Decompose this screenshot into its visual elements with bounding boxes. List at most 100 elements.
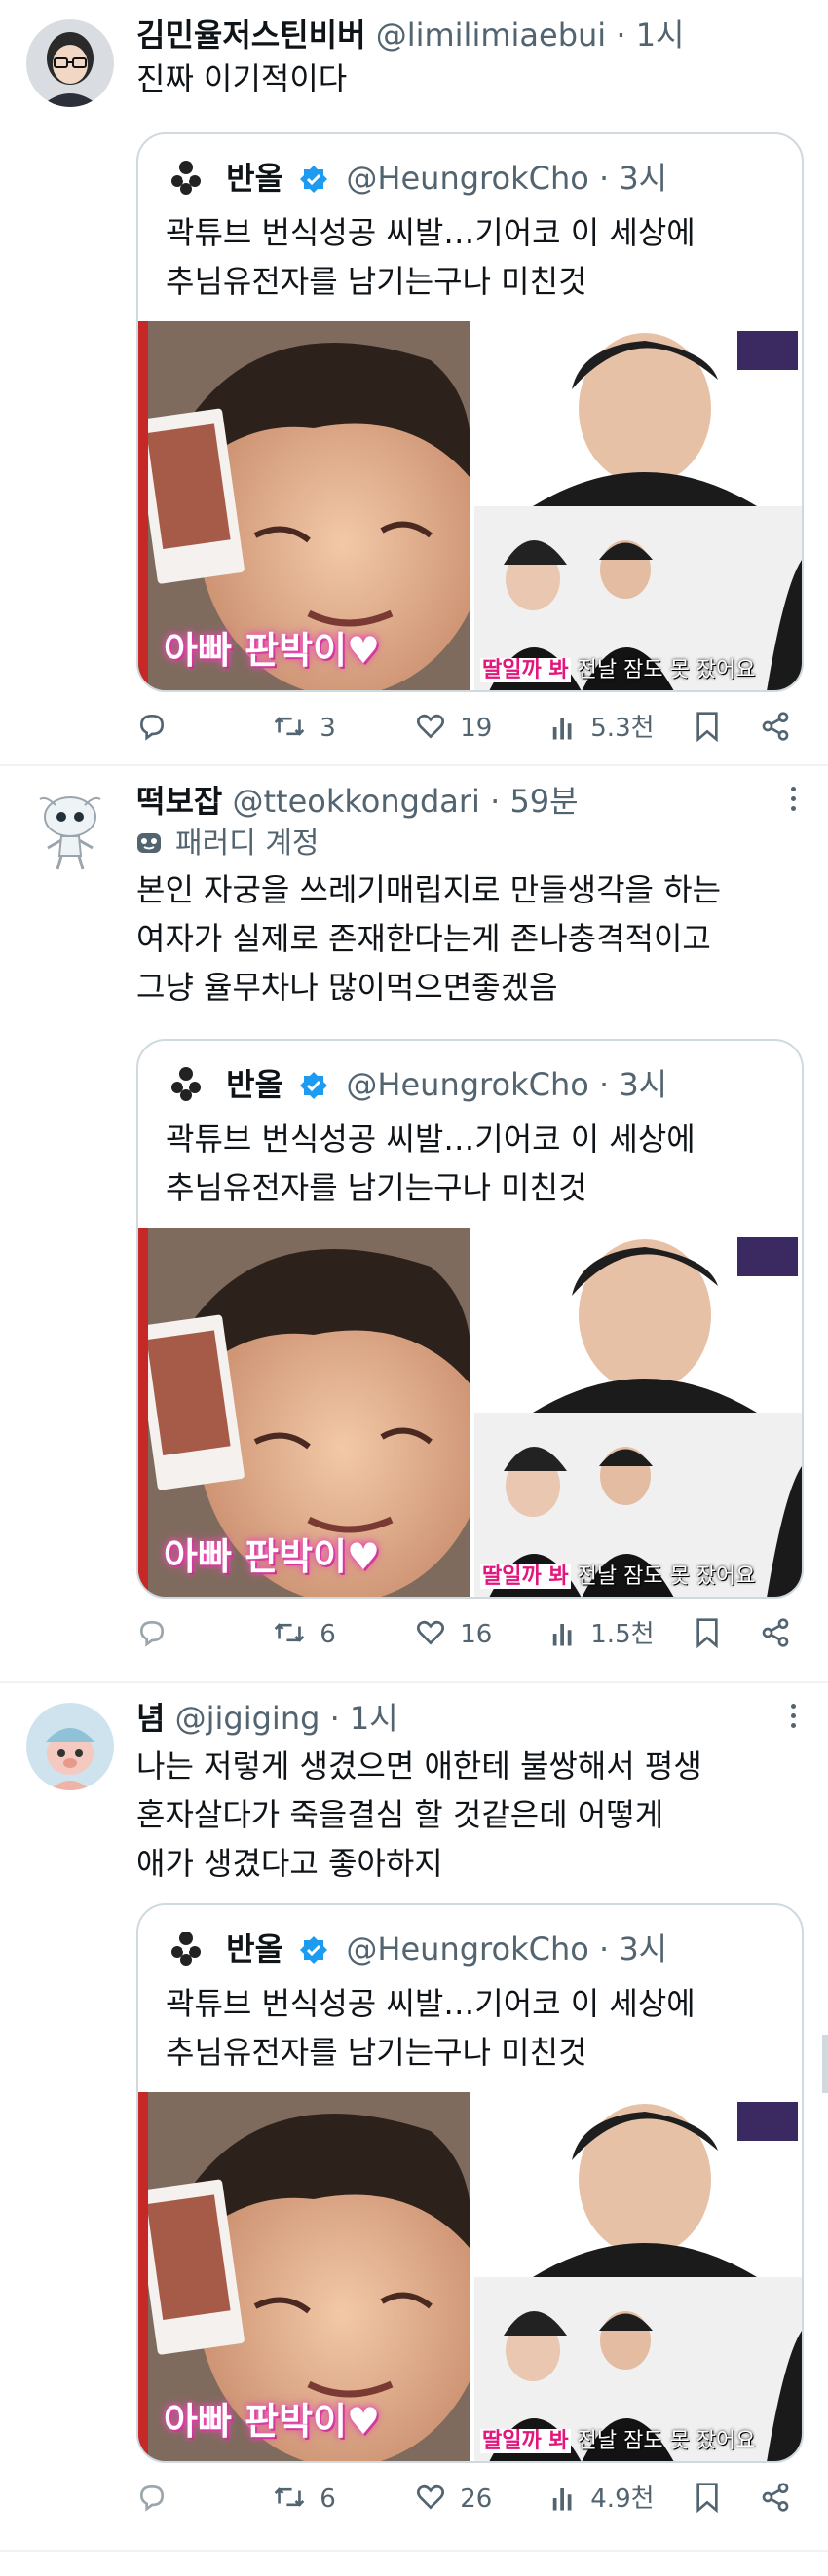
tweet-text-line: 나는 저렇게 생겼으면 애한테 불쌍해서 평생 [136, 1748, 702, 1785]
reply-icon [139, 2484, 165, 2512]
views-button[interactable]: 5.3천 [551, 707, 655, 750]
reply-button[interactable] [136, 707, 173, 750]
bookmark-button[interactable] [694, 707, 721, 750]
quoted-text: 곽튜브 번식성공 씨발…기어코 이 세상에 추님유전자를 남기는구나 미친것 [166, 208, 789, 306]
quoted-tweet[interactable]: 반올 @HeungrokCho · 3시 곽튜브 번식성공 씨발…기어코 이 세… [136, 1903, 804, 2463]
reply-icon [139, 714, 165, 741]
tweet-actions: 3 19 5.3천 [136, 707, 809, 750]
timestamp[interactable]: 59분 [509, 783, 578, 820]
separator-dot: · [598, 1931, 610, 1968]
media-caption: 아빠 판박이♥ [164, 1535, 381, 1578]
tweet-text: 본인 자궁을 쓰레기매립지로 만들생각을 하는 여자가 실제로 존재한다는게 존… [136, 865, 809, 1012]
timestamp[interactable]: 1시 [636, 17, 685, 54]
quoted-text-line: 곽튜브 번식성공 씨발…기어코 이 세상에 [166, 1121, 696, 1158]
quoted-text-line: 곽튜브 번식성공 씨발…기어코 이 세상에 [166, 1985, 696, 2022]
media-image-right[interactable]: 딸일까 봐 전날 잠도 못 잤어요 [474, 2092, 802, 2461]
media-image-left[interactable]: 아빠 판박이♥ [138, 2092, 470, 2461]
retweet-icon [274, 1623, 305, 1642]
scrollbar-thumb[interactable] [822, 2035, 828, 2093]
like-count: 16 [460, 1620, 493, 1649]
reply-button[interactable] [136, 1613, 173, 1656]
quoted-timestamp: 3시 [619, 1066, 668, 1103]
quoted-text-line: 추님유전자를 남기는구나 미친것 [166, 1169, 587, 1206]
quoted-avatar [166, 156, 207, 197]
tweet-3[interactable]: 념 @jigiging · 1시 나는 저렇게 생겼으면 애한테 불쌍해서 평생… [0, 1683, 828, 2550]
tweet-text-line: 진짜 이기적이다 [136, 60, 348, 97]
bookmark-icon [696, 1618, 718, 1649]
quoted-text-line: 곽튜브 번식성공 씨발…기어코 이 세상에 [166, 214, 696, 251]
quoted-header: 반올 @HeungrokCho · 3시 [166, 1927, 667, 1969]
quoted-text-line: 추님유전자를 남기는구나 미친것 [166, 263, 587, 300]
avatar[interactable] [26, 1703, 114, 1790]
more-options-button[interactable] [787, 1699, 799, 1738]
quoted-header: 반올 @HeungrokCho · 3시 [166, 156, 667, 199]
quoted-handle: @HeungrokCho [346, 160, 589, 197]
quoted-display-name: 반올 [226, 1066, 284, 1103]
tweet-actions: 6 26 4.9천 [136, 2478, 809, 2521]
retweet-icon [274, 717, 305, 736]
tweet-header: 떡보잡 @tteokkongdari · 59분 [136, 780, 579, 823]
quoted-tweet[interactable]: 반올 @HeungrokCho · 3시 곽튜브 번식성공 씨발…기어코 이 세… [136, 132, 804, 692]
media-caption-right: 딸일까 봐 전날 잠도 못 잤어요 [480, 658, 756, 682]
verified-badge-icon [299, 162, 328, 193]
quoted-header: 반올 @HeungrokCho · 3시 [166, 1062, 667, 1105]
parody-label: 패러디 계정 [136, 825, 320, 864]
views-button[interactable]: 4.9천 [551, 2478, 655, 2521]
bookmark-button[interactable] [694, 1613, 721, 1656]
tweet-2[interactable]: 떡보잡 @tteokkongdari · 59분 패러디 계정 본인 자궁을 쓰… [0, 766, 828, 1681]
quoted-tweet[interactable]: 반올 @HeungrokCho · 3시 곽튜브 번식성공 씨발…기어코 이 세… [136, 1039, 804, 1599]
media-image-left[interactable]: 아빠 판박이♥ [138, 321, 470, 690]
bookmark-icon [696, 712, 718, 743]
reply-button[interactable] [136, 2478, 173, 2521]
display-name[interactable]: 떡보잡 [136, 783, 222, 820]
avatar[interactable] [26, 786, 114, 873]
views-button[interactable]: 1.5천 [551, 1613, 655, 1656]
tweet-actions: 6 16 1.5천 [136, 1613, 809, 1656]
user-handle[interactable]: @tteokkongdari [233, 783, 480, 820]
retweet-button[interactable]: 3 [273, 707, 336, 750]
media-image-right[interactable]: 딸일까 봐 전날 잠도 못 잤어요 [474, 1228, 802, 1597]
quoted-timestamp: 3시 [619, 1931, 668, 1968]
like-count: 19 [460, 714, 493, 743]
share-icon [762, 712, 789, 741]
tweet-header: 념 @jigiging · 1시 [136, 1697, 398, 1740]
display-name[interactable]: 념 [136, 1700, 165, 1737]
avatar[interactable] [26, 19, 114, 107]
heart-icon [417, 2484, 444, 2510]
view-count: 1.5천 [590, 1620, 655, 1649]
share-button[interactable] [760, 2478, 791, 2521]
quoted-media[interactable]: 아빠 판박이♥ 딸일까 봐 전날 잠도 못 잤어요 [138, 321, 802, 690]
quoted-display-name: 반올 [226, 160, 284, 197]
quoted-media[interactable]: 아빠 판박이♥ 딸일까 봐 전날 잠도 못 잤어요 [138, 1228, 802, 1597]
retweet-button[interactable]: 6 [273, 2478, 336, 2521]
separator-dot: · [329, 1700, 340, 1737]
tweet-text-line: 그냥 율무차나 많이먹으면좋겠음 [136, 969, 558, 1006]
retweet-button[interactable]: 6 [273, 1613, 336, 1656]
media-caption-right: 딸일까 봐 전날 잠도 못 잤어요 [480, 1564, 756, 1589]
media-caption-right: 딸일까 봐 전날 잠도 못 잤어요 [480, 2429, 756, 2453]
views-icon [552, 2488, 572, 2511]
like-button[interactable]: 19 [415, 707, 492, 750]
more-options-button[interactable] [787, 782, 799, 821]
media-image-right[interactable]: 딸일까 봐 전날 잠도 못 잤어요 [474, 321, 802, 690]
tweet-header: 김민율저스틴비버 @limilimiaebui · 1시 [136, 14, 685, 56]
user-handle[interactable]: @jigiging [175, 1700, 320, 1737]
tweet-1[interactable]: 김민율저스틴비버 @limilimiaebui · 1시 진짜 이기적이다 반올… [0, 0, 828, 764]
display-name[interactable]: 김민율저스틴비버 [136, 17, 366, 54]
verified-badge-icon [299, 1932, 328, 1964]
share-button[interactable] [760, 1613, 791, 1656]
bookmark-button[interactable] [694, 2478, 721, 2521]
retweet-count: 6 [320, 2484, 336, 2514]
separator-dot: · [598, 1066, 610, 1103]
quoted-media[interactable]: 아빠 판박이♥ 딸일까 봐 전날 잠도 못 잤어요 [138, 2092, 802, 2461]
like-button[interactable]: 16 [415, 1613, 492, 1656]
share-button[interactable] [760, 707, 791, 750]
user-handle[interactable]: @limilimiaebui [376, 17, 606, 54]
tweet-text-line: 여자가 실제로 존재한다는게 존나충격적이고 [136, 920, 711, 957]
quoted-text-line: 추님유전자를 남기는구나 미친것 [166, 2034, 587, 2071]
media-image-left[interactable]: 아빠 판박이♥ [138, 1228, 470, 1597]
like-button[interactable]: 26 [415, 2478, 492, 2521]
broadcast-logo [737, 1237, 798, 1276]
share-icon [762, 1618, 789, 1647]
timestamp[interactable]: 1시 [350, 1700, 398, 1737]
